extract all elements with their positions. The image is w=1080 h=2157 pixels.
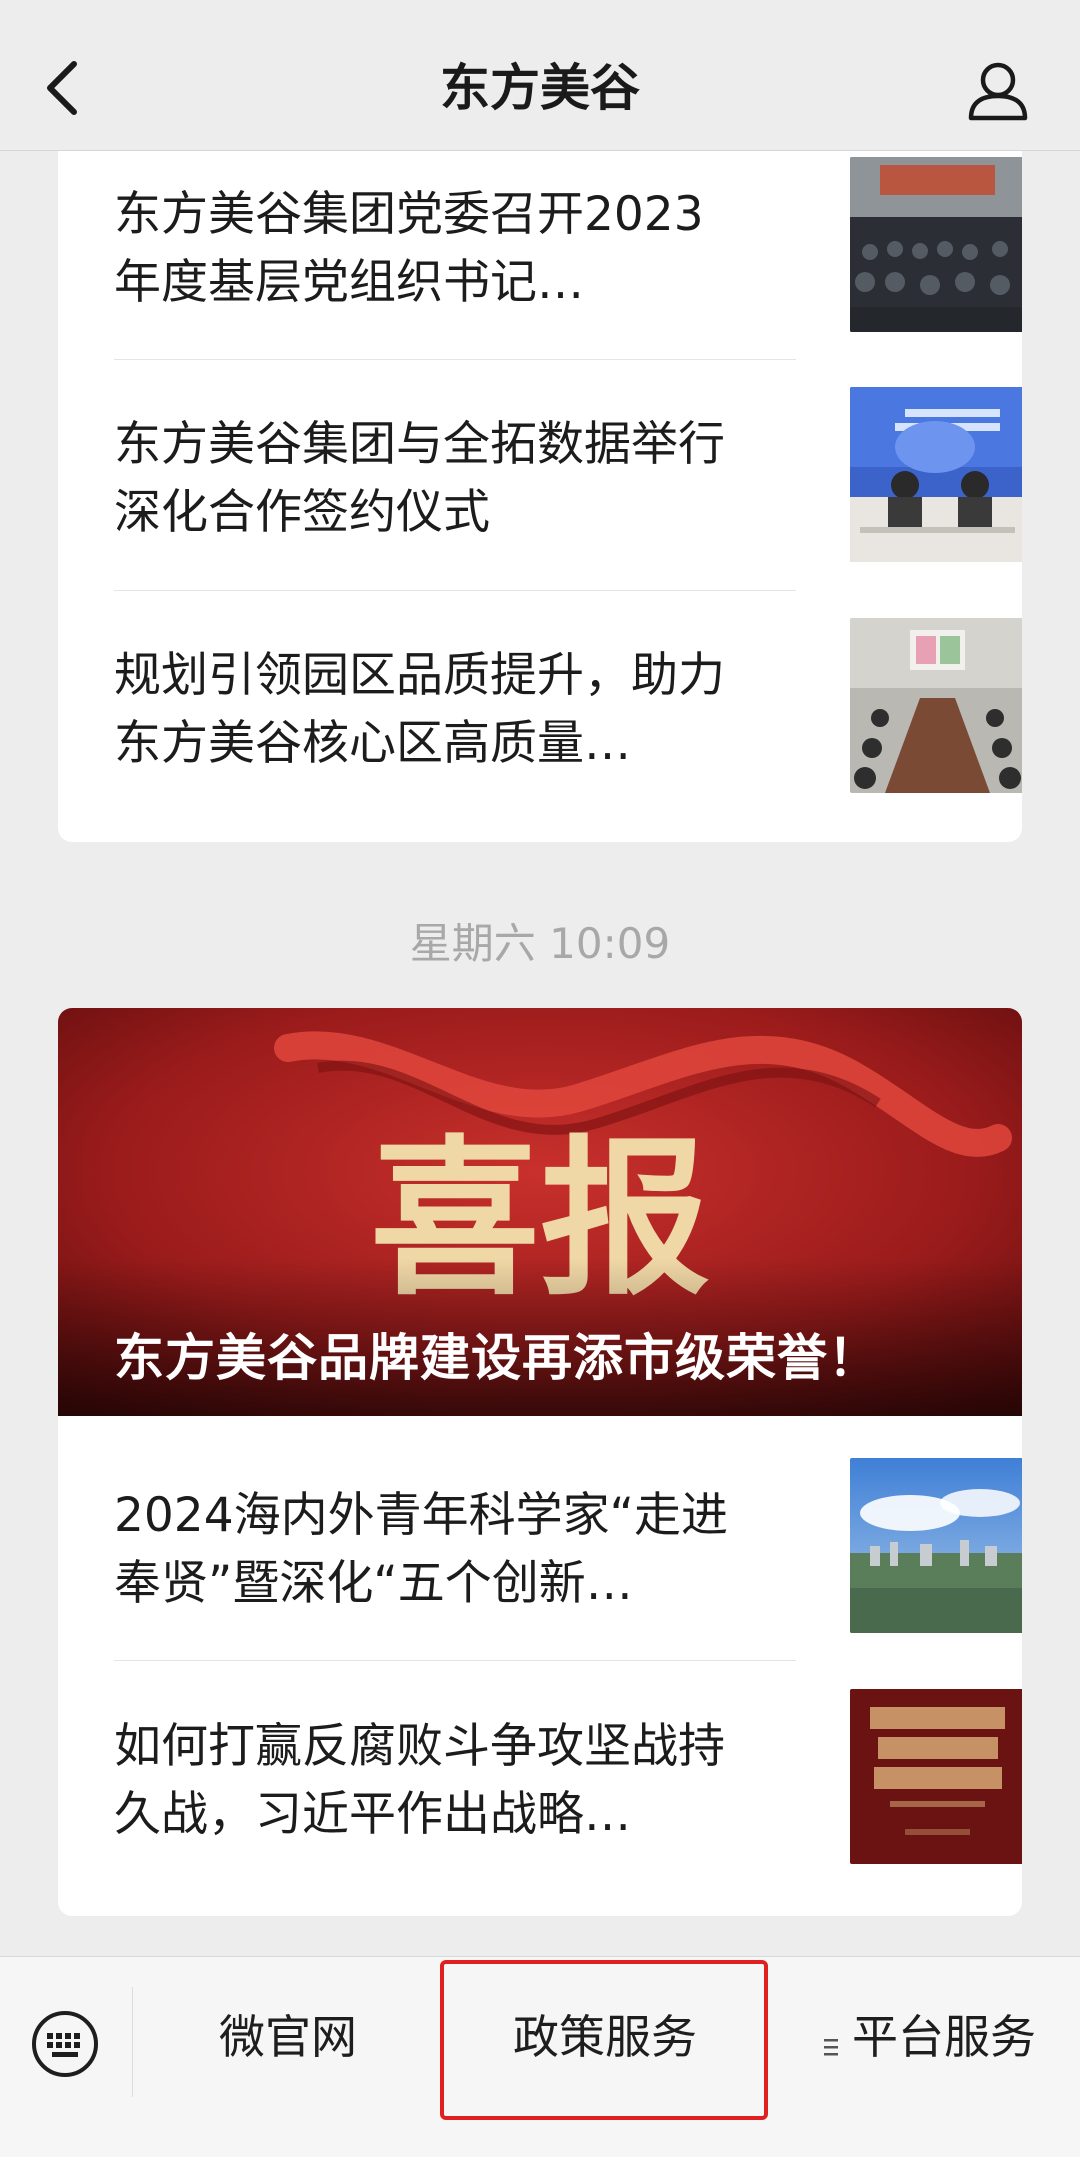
person-icon bbox=[968, 62, 1028, 121]
article-item[interactable]: 规划引领园区品质提升，助力东方美谷核心区高质量… bbox=[114, 618, 1022, 794]
divider bbox=[114, 359, 796, 360]
keyboard-toggle-button[interactable] bbox=[30, 2009, 100, 2079]
article-card-group: 东方美谷集团党委召开2023年度基层党组织书记… 东方美谷集团与全拓数据举行深化… bbox=[58, 110, 1022, 842]
article-item[interactable]: 东方美谷集团党委召开2023年度基层党组织书记… bbox=[114, 157, 1022, 333]
article-title: 2024海内外青年科学家“走进奉贤”暨深化“五个创新… bbox=[114, 1488, 728, 1611]
article-title: 东方美谷集团与全拓数据举行深化合作签约仪式 bbox=[114, 417, 725, 540]
submenu-icon bbox=[824, 2001, 838, 2081]
article-item[interactable]: 如何打赢反腐败斗争攻坚战持久战，习近平作出战略… bbox=[114, 1689, 1022, 1865]
divider bbox=[132, 1987, 133, 2097]
selection-highlight bbox=[440, 1960, 768, 2120]
article-thumbnail bbox=[850, 387, 1022, 562]
article-item[interactable]: 东方美谷集团与全拓数据举行深化合作签约仪式 bbox=[114, 387, 1022, 563]
chat-page: 东方美谷 东方美谷集团党委召开2023年度基层党组织书记… 东方美谷集团与全拓数… bbox=[0, 0, 1080, 2157]
article-thumbnail bbox=[850, 157, 1022, 332]
page-title: 东方美谷 bbox=[440, 59, 640, 117]
article-title: 东方美谷集团党委召开2023年度基层党组织书记… bbox=[114, 187, 704, 310]
hero-article[interactable]: 喜报 东方美谷品牌建设再添市级荣誉！ bbox=[58, 1008, 1022, 1416]
article-title: 规划引领园区品质提升，助力东方美谷核心区高质量… bbox=[114, 648, 725, 771]
message-timestamp: 星期六 10:09 bbox=[409, 919, 671, 968]
divider bbox=[114, 590, 796, 591]
menu-platform-service[interactable]: 平台服务 bbox=[780, 1997, 1080, 2077]
article-thumbnail bbox=[850, 1689, 1022, 1864]
hero-headline: 东方美谷品牌建设再添市级荣誉！ bbox=[114, 1329, 879, 1387]
keyboard-icon bbox=[32, 2011, 98, 2077]
article-item[interactable]: 2024海内外青年科学家“走进奉贤”暨深化“五个创新… bbox=[114, 1458, 1022, 1634]
article-title: 如何打赢反腐败斗争攻坚战持久战，习近平作出战略… bbox=[114, 1719, 725, 1842]
top-bar: 东方美谷 bbox=[0, 0, 1080, 151]
divider bbox=[114, 1660, 796, 1661]
menu-label: 微官网 bbox=[219, 2010, 357, 2064]
article-thumbnail bbox=[850, 1458, 1022, 1633]
menu-label: 平台服务 bbox=[852, 2010, 1036, 2064]
menu-micro-site[interactable]: 微官网 bbox=[140, 1997, 436, 2077]
profile-button[interactable] bbox=[966, 58, 1030, 122]
article-thumbnail bbox=[850, 618, 1022, 793]
article-card-group: 喜报 东方美谷品牌建设再添市级荣誉！ 2024海内外青年科学家“走进奉贤”暨深化… bbox=[58, 1008, 1022, 1916]
